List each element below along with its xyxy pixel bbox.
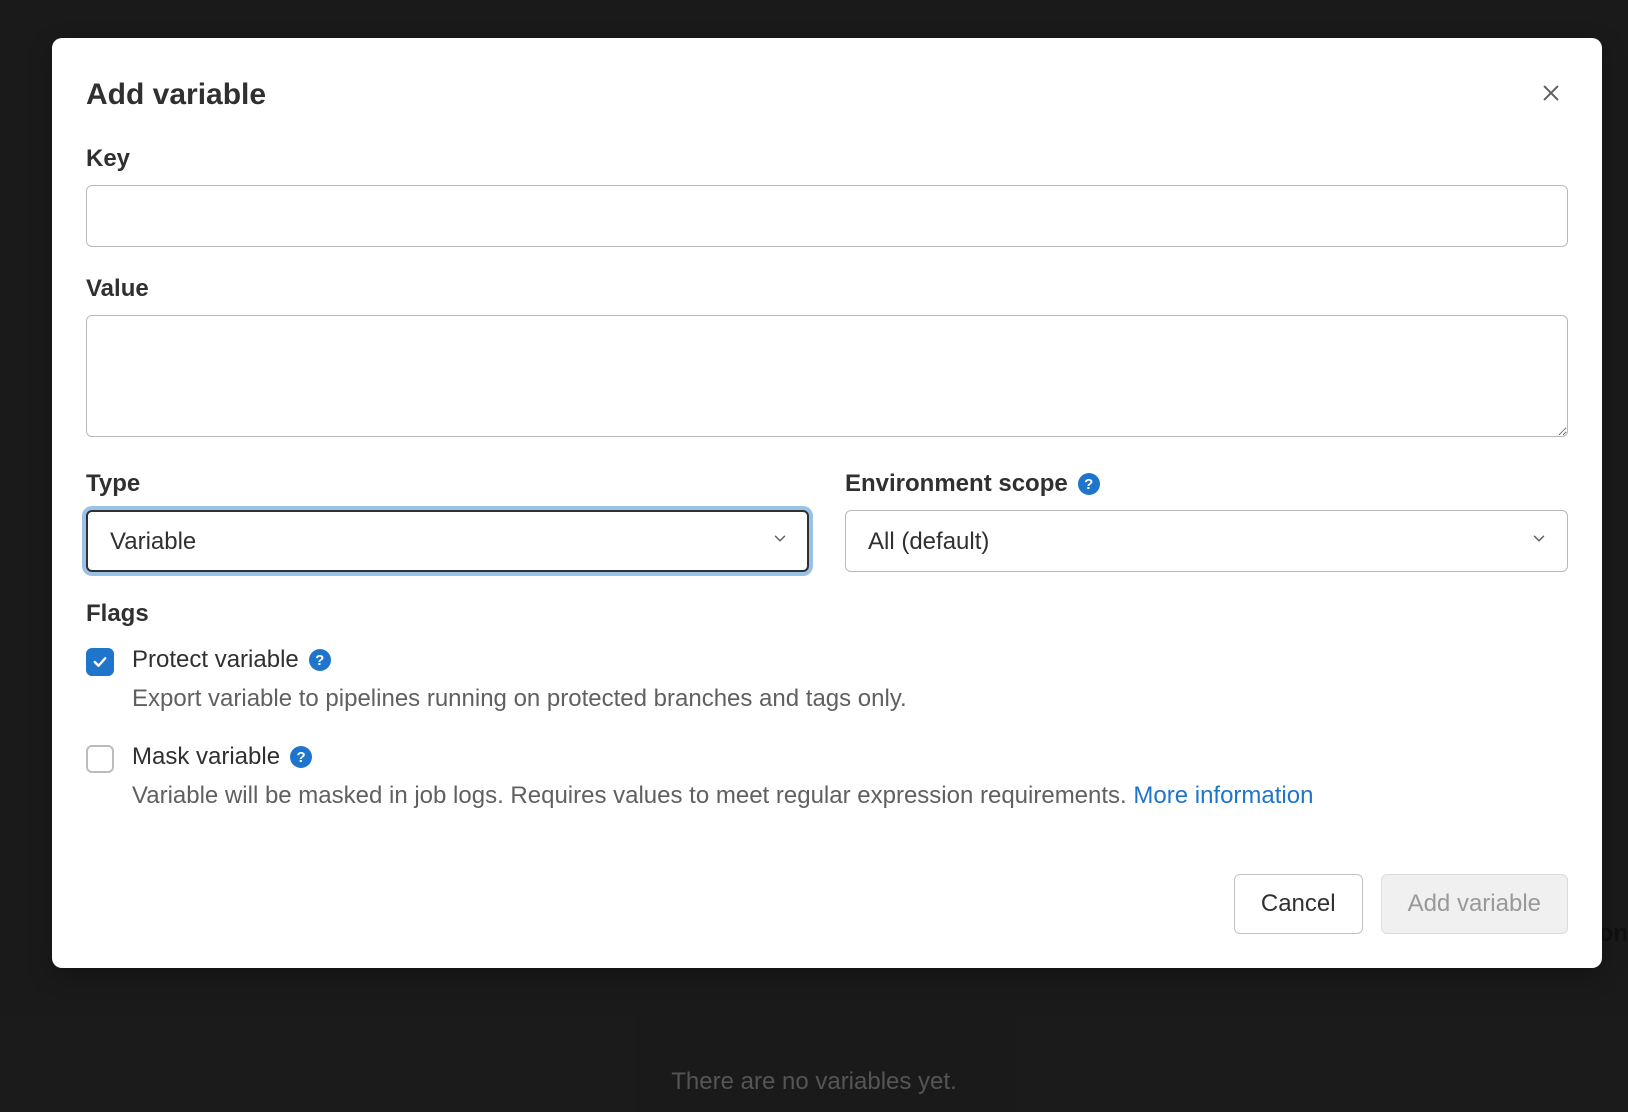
env-scope-select[interactable]: All (default): [845, 510, 1568, 572]
key-group: Key: [86, 145, 1568, 247]
key-label: Key: [86, 145, 1568, 173]
type-label: Type: [86, 470, 140, 498]
cancel-button[interactable]: Cancel: [1234, 874, 1363, 934]
help-icon[interactable]: ?: [1078, 473, 1100, 495]
add-variable-button[interactable]: Add variable: [1381, 874, 1568, 934]
value-input[interactable]: [86, 315, 1568, 437]
protect-variable-desc: Export variable to pipelines running on …: [132, 680, 1568, 717]
modal-title: Add variable: [86, 78, 266, 112]
mask-variable-checkbox[interactable]: [86, 745, 114, 773]
help-icon[interactable]: ?: [290, 746, 312, 768]
close-button[interactable]: [1534, 76, 1568, 113]
type-scope-row: Type Variable Environment scope ?: [86, 470, 1568, 572]
mask-variable-row: Mask variable ? Variable will be masked …: [86, 743, 1568, 814]
help-icon[interactable]: ?: [309, 649, 331, 671]
env-scope-select-wrap: All (default): [845, 510, 1568, 572]
background-empty-text: There are no variables yet.: [671, 1068, 956, 1096]
more-information-link[interactable]: More information: [1133, 782, 1313, 809]
value-group: Value: [86, 275, 1568, 442]
protect-variable-checkbox[interactable]: [86, 648, 114, 676]
protect-variable-label[interactable]: Protect variable: [132, 646, 299, 674]
mask-variable-desc: Variable will be masked in job logs. Req…: [132, 777, 1568, 814]
mask-variable-label[interactable]: Mask variable: [132, 743, 280, 771]
modal-header: Add variable: [86, 76, 1568, 113]
type-group: Type Variable: [86, 470, 809, 572]
type-select-wrap: Variable: [86, 510, 809, 572]
type-select[interactable]: Variable: [86, 510, 809, 572]
env-scope-label: Environment scope: [845, 470, 1068, 498]
close-icon: [1540, 82, 1562, 107]
env-scope-group: Environment scope ? All (default): [845, 470, 1568, 572]
mask-variable-desc-text: Variable will be masked in job logs. Req…: [132, 782, 1133, 809]
flags-section: Flags Protect variable ? Export variable…: [86, 600, 1568, 814]
modal-footer: Cancel Add variable: [86, 874, 1568, 934]
add-variable-modal: Add variable Key Value Type Variable: [52, 38, 1602, 968]
flags-label: Flags: [86, 600, 1568, 628]
value-label: Value: [86, 275, 1568, 303]
key-input[interactable]: [86, 185, 1568, 247]
protect-variable-row: Protect variable ? Export variable to pi…: [86, 646, 1568, 717]
